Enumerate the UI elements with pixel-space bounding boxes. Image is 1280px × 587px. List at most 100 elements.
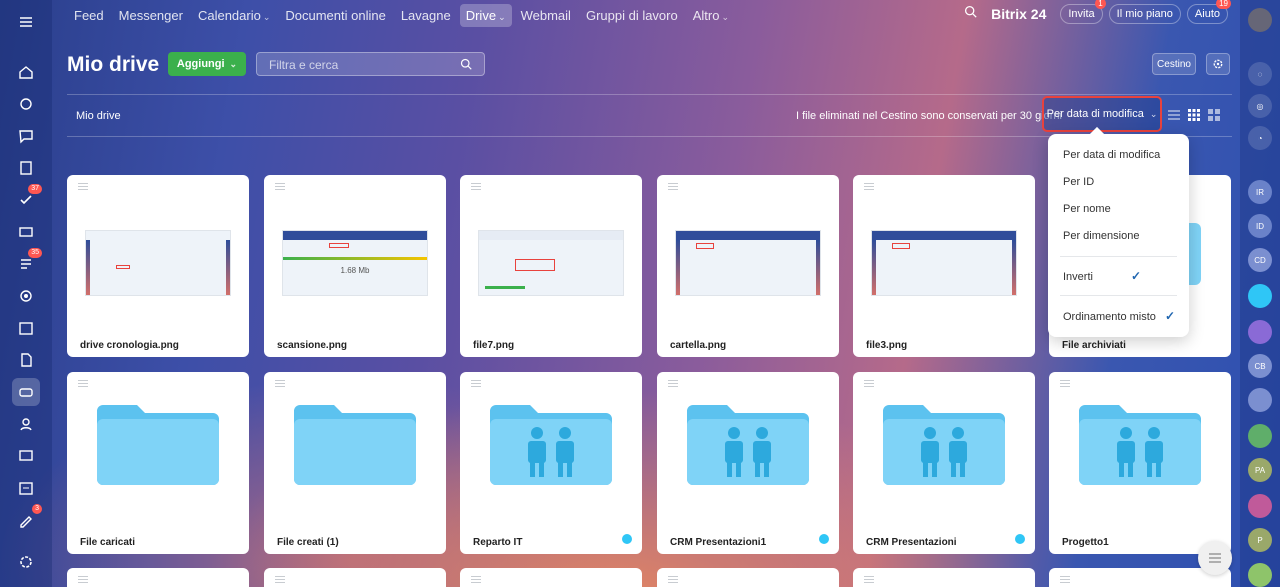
contact-green[interactable] bbox=[1248, 424, 1272, 448]
large-grid-view-icon[interactable] bbox=[1207, 108, 1221, 127]
sort-option-name[interactable]: Per nome bbox=[1063, 203, 1111, 215]
breadcrumb[interactable]: Mio drive bbox=[76, 110, 121, 122]
plan-button[interactable]: Il mio piano bbox=[1108, 4, 1181, 24]
drag-handle-icon[interactable] bbox=[78, 576, 88, 585]
users-icon[interactable] bbox=[12, 410, 40, 438]
drag-handle-icon[interactable] bbox=[78, 183, 88, 192]
schedule-icon[interactable] bbox=[12, 474, 40, 502]
drive-icon[interactable] bbox=[12, 378, 40, 406]
calendar-icon[interactable] bbox=[12, 314, 40, 342]
sort-option-date[interactable]: Per data di modifica bbox=[1063, 149, 1160, 161]
settings-icon[interactable] bbox=[12, 548, 40, 576]
drag-handle-icon[interactable] bbox=[668, 576, 678, 585]
drag-handle-icon[interactable] bbox=[471, 576, 481, 585]
file-card[interactable]: cartella.png bbox=[657, 175, 839, 357]
sort-option-mixed[interactable]: Ordinamento misto bbox=[1063, 311, 1156, 323]
drag-handle-icon[interactable] bbox=[864, 380, 874, 389]
avatar[interactable] bbox=[1248, 8, 1272, 32]
drag-handle-icon[interactable] bbox=[668, 380, 678, 389]
file-card[interactable]: file3.png bbox=[853, 175, 1035, 357]
contact-p[interactable]: P bbox=[1248, 528, 1272, 552]
home-icon[interactable] bbox=[12, 58, 40, 86]
file-card[interactable]: drive cronologia.png bbox=[67, 175, 249, 357]
contact-chat[interactable] bbox=[1248, 284, 1272, 308]
drag-handle-icon[interactable] bbox=[275, 380, 285, 389]
file-card[interactable]: file7.png bbox=[460, 175, 642, 357]
mail-icon[interactable] bbox=[12, 218, 40, 246]
folder-card[interactable]: Reparto IT bbox=[460, 372, 642, 554]
bell-icon[interactable]: ◌ bbox=[1248, 62, 1272, 86]
drag-handle-icon[interactable] bbox=[668, 183, 678, 192]
grid-view-icon[interactable] bbox=[1187, 108, 1201, 127]
drag-handle-icon[interactable] bbox=[471, 380, 481, 389]
nav-calendario[interactable]: Calendario ⌄ bbox=[192, 4, 276, 27]
contact-id[interactable]: ID bbox=[1248, 214, 1272, 238]
sort-option-size[interactable]: Per dimensione bbox=[1063, 230, 1139, 242]
nav-webmail[interactable]: Webmail bbox=[515, 4, 577, 27]
target-icon[interactable] bbox=[12, 282, 40, 310]
folder-card[interactable]: File caricati bbox=[67, 372, 249, 554]
file-card[interactable] bbox=[67, 568, 249, 587]
drag-handle-icon[interactable] bbox=[78, 380, 88, 389]
nav-messenger[interactable]: Messenger bbox=[113, 4, 189, 27]
search-input[interactable]: Filtra e cerca bbox=[256, 52, 485, 76]
drag-handle-icon[interactable] bbox=[864, 576, 874, 585]
document-icon[interactable] bbox=[12, 346, 40, 374]
shared-icon bbox=[819, 534, 829, 544]
feedback-button[interactable] bbox=[1198, 541, 1232, 575]
folder-card[interactable]: File creati (1) bbox=[264, 372, 446, 554]
add-label: Aggiungi bbox=[176, 58, 225, 70]
tasks-icon[interactable]: 37 bbox=[12, 184, 42, 214]
sort-dropdown[interactable]: Per data di modifica ⌄ bbox=[1042, 96, 1162, 132]
folder-card[interactable]: Progetto1 bbox=[1049, 372, 1231, 554]
contact-ir[interactable]: IR bbox=[1248, 180, 1272, 204]
sort-option-invert[interactable]: Inverti bbox=[1063, 271, 1093, 283]
contact-group[interactable] bbox=[1248, 388, 1272, 412]
folder-name: File caricati bbox=[80, 537, 136, 548]
file-card[interactable] bbox=[657, 568, 839, 587]
file-card[interactable]: 1.68 Mb scansione.png bbox=[264, 175, 446, 357]
chat-icon[interactable] bbox=[12, 122, 40, 150]
invite-button[interactable]: Invita 1 bbox=[1060, 0, 1106, 24]
copilot-icon[interactable]: ◎ bbox=[1248, 94, 1272, 118]
drag-handle-icon[interactable] bbox=[275, 183, 285, 192]
contact-cb[interactable]: CB bbox=[1248, 354, 1272, 378]
help-button[interactable]: Aiuto 19 bbox=[1186, 0, 1231, 24]
folder-card[interactable]: CRM Presentazioni bbox=[853, 372, 1035, 554]
nav-drive[interactable]: Drive ⌄ bbox=[459, 3, 512, 27]
list-view-icon[interactable] bbox=[1167, 108, 1181, 127]
chat-icon[interactable]: ◔ bbox=[1248, 126, 1272, 150]
trash-button[interactable]: Cestino bbox=[1152, 53, 1196, 75]
nav-feed[interactable]: Feed bbox=[68, 4, 110, 27]
contact-pink[interactable] bbox=[1248, 494, 1272, 518]
contact-last[interactable] bbox=[1248, 563, 1272, 587]
drag-handle-icon[interactable] bbox=[1060, 380, 1070, 389]
contact-pa[interactable]: PA bbox=[1248, 458, 1272, 482]
file-card[interactable] bbox=[853, 568, 1035, 587]
search-icon[interactable] bbox=[964, 5, 977, 23]
folder-card[interactable]: CRM Presentazioni1 bbox=[657, 372, 839, 554]
flow-icon[interactable] bbox=[12, 90, 40, 118]
file-card[interactable] bbox=[264, 568, 446, 587]
drag-handle-icon[interactable] bbox=[864, 183, 874, 192]
menu-icon[interactable] bbox=[12, 8, 40, 36]
docs-icon[interactable] bbox=[12, 154, 40, 182]
nav-gruppi[interactable]: Gruppi di lavoro bbox=[580, 4, 684, 27]
drag-handle-icon[interactable] bbox=[1060, 576, 1070, 585]
drag-handle-icon[interactable] bbox=[471, 183, 481, 192]
sort-option-id[interactable]: Per ID bbox=[1063, 176, 1094, 188]
contact-avatar[interactable] bbox=[1248, 320, 1272, 344]
drag-handle-icon[interactable] bbox=[275, 576, 285, 585]
contact-cd[interactable]: CD bbox=[1248, 248, 1272, 272]
add-button[interactable]: Aggiungi ⌄ bbox=[168, 52, 246, 76]
nav-lavagne[interactable]: Lavagne bbox=[395, 4, 457, 27]
file-thumbnail bbox=[85, 230, 231, 296]
brand-logo[interactable]: Bitrix 24 bbox=[991, 6, 1046, 22]
board-icon[interactable] bbox=[12, 442, 40, 470]
sign-icon[interactable]: 3 bbox=[12, 504, 42, 534]
nav-documenti[interactable]: Documenti online bbox=[279, 4, 391, 27]
file-card[interactable] bbox=[460, 568, 642, 587]
gear-icon[interactable] bbox=[1206, 53, 1230, 75]
feed-icon[interactable]: 35 bbox=[12, 248, 42, 278]
nav-altro[interactable]: Altro ⌄ bbox=[687, 4, 735, 27]
